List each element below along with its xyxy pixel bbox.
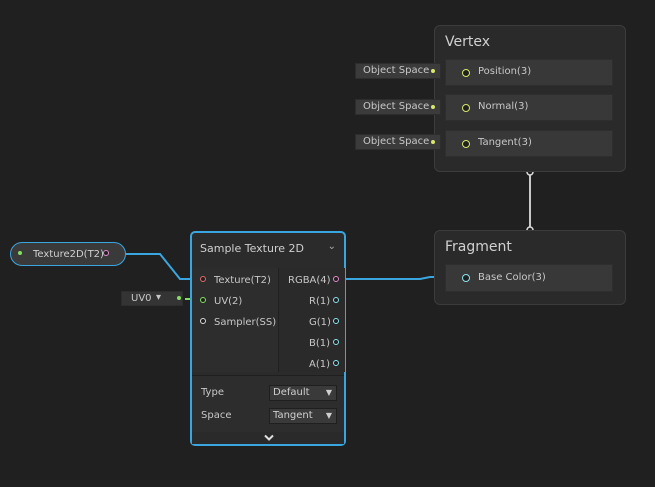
sampler-input-label: Sampler(SS)	[214, 317, 277, 328]
normal-space-port[interactable]	[431, 105, 435, 109]
vertex-title: Vertex	[445, 34, 491, 50]
rgba-output-label: RGBA(4)	[288, 275, 331, 286]
b-output-label: B(1)	[309, 338, 331, 349]
vertex-position-block[interactable]: Position(3)	[445, 59, 613, 86]
uv-channel-arrow-icon: ▾	[156, 292, 162, 303]
uv-input-port[interactable]	[200, 297, 206, 303]
position-space-field[interactable]: Object Space	[355, 63, 441, 79]
space-label: Space	[201, 410, 232, 421]
texture-input-label: Texture(T2)	[214, 275, 271, 286]
tangent-space-field[interactable]: Object Space	[355, 134, 441, 150]
sample-texture-2d-node[interactable]: Sample Texture 2D ⌄ Texture(T2) UV(2) Sa…	[190, 231, 346, 446]
normal-label: Normal(3)	[478, 101, 529, 112]
vertex-normal-block[interactable]: Normal(3)	[445, 94, 613, 121]
tangent-space-label: Object Space	[363, 136, 430, 147]
position-port[interactable]	[462, 69, 470, 77]
normal-port[interactable]	[462, 104, 470, 112]
chevron-down-icon[interactable]: ⌄	[328, 241, 336, 252]
uv-channel-dropdown[interactable]: UV0 ▾	[121, 291, 183, 306]
normal-space-field[interactable]: Object Space	[355, 99, 441, 115]
type-value: Default	[273, 387, 310, 398]
type-dropdown-arrow-icon: ▼	[325, 388, 332, 397]
r-output-label: R(1)	[309, 296, 331, 307]
position-label: Position(3)	[478, 66, 532, 77]
type-label: Type	[201, 387, 224, 398]
position-space-label: Object Space	[363, 65, 430, 76]
basecolor-port[interactable]	[462, 274, 470, 282]
uv-channel-port[interactable]	[177, 296, 181, 300]
fragment-context[interactable]: Fragment Base Color(3)	[434, 230, 626, 305]
b-output-port[interactable]	[333, 339, 339, 345]
texture-property-handle-icon	[18, 251, 22, 255]
tangent-port[interactable]	[462, 140, 470, 148]
tangent-label: Tangent(3)	[478, 137, 532, 148]
space-dropdown[interactable]: Tangent ▼	[269, 408, 337, 424]
r-output-port[interactable]	[333, 297, 339, 303]
sample-texture-title: Sample Texture 2D	[200, 242, 304, 255]
texture2d-property-node[interactable]: Texture2D(T2)	[10, 242, 126, 266]
texture-input-port[interactable]	[200, 276, 206, 282]
a-output-port[interactable]	[333, 360, 339, 366]
g-output-port[interactable]	[333, 318, 339, 324]
chevron-down-icon[interactable]	[264, 434, 274, 442]
sample-texture-outputs: RGBA(4) R(1) G(1) B(1) A(1)	[278, 268, 345, 372]
a-output-label: A(1)	[309, 359, 331, 370]
fragment-title: Fragment	[445, 239, 512, 255]
sample-texture-expand-bar[interactable]	[192, 432, 344, 444]
uv-input-label: UV(2)	[214, 296, 243, 307]
sampler-input-port[interactable]	[200, 318, 206, 324]
texture-property-output-port[interactable]	[103, 250, 109, 256]
sample-texture-settings: Type Default ▼ Space Tangent ▼	[192, 375, 344, 434]
vertex-context[interactable]: Vertex Position(3) Normal(3) Tangent(3)	[434, 25, 626, 172]
texture-property-label: Texture2D(T2)	[33, 249, 104, 260]
g-output-label: G(1)	[309, 317, 331, 328]
position-space-port[interactable]	[431, 69, 435, 73]
space-value: Tangent	[273, 410, 313, 421]
vertex-tangent-block[interactable]: Tangent(3)	[445, 130, 613, 157]
shader-graph-canvas[interactable]: Vertex Position(3) Normal(3) Tangent(3) …	[0, 0, 655, 487]
tangent-space-port[interactable]	[431, 140, 435, 144]
space-dropdown-arrow-icon: ▼	[325, 411, 332, 420]
rgba-output-port[interactable]	[333, 276, 339, 282]
basecolor-label: Base Color(3)	[478, 272, 546, 283]
fragment-basecolor-block[interactable]: Base Color(3)	[445, 264, 613, 292]
uv-channel-value: UV0	[131, 293, 152, 304]
type-dropdown[interactable]: Default ▼	[269, 385, 337, 401]
sample-texture-inputs: Texture(T2) UV(2) Sampler(SS)	[192, 268, 278, 372]
normal-space-label: Object Space	[363, 101, 430, 112]
